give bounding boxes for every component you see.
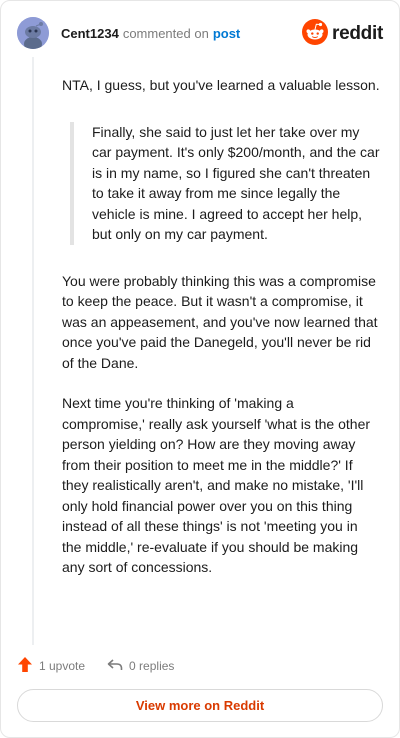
comment-meta: Cent1234 commented on post [61, 26, 240, 42]
comment-body: NTA, I guess, but you've learned a valua… [62, 75, 380, 598]
snoo-avatar-icon[interactable] [17, 17, 49, 49]
comment-paragraph: NTA, I guess, but you've learned a valua… [62, 77, 380, 93]
action-text: commented on [122, 26, 209, 41]
upvote-count: 1 upvote [39, 659, 86, 673]
username-link[interactable]: Cent1234 [61, 26, 119, 41]
view-more-button[interactable]: View more on Reddit [17, 689, 383, 722]
upvote-arrow-icon [17, 656, 39, 676]
comment-paragraph: Next time you're thinking of 'making a c… [62, 395, 371, 575]
reddit-logo-icon [302, 18, 329, 50]
comment-paragraph: You were probably thinking this was a co… [62, 272, 378, 371]
upvote-control[interactable]: 1 upvote [17, 656, 85, 676]
reply-count: 0 replies [129, 659, 175, 673]
comment-footer: 1 upvote 0 replies [17, 655, 196, 677]
embedded-comment-card: Cent1234 commented on post reddit NTA, I… [0, 0, 400, 738]
reply-arrow-icon [107, 658, 129, 675]
thread-line [32, 57, 34, 645]
brand-name: reddit [332, 23, 383, 44]
reddit-brand[interactable]: reddit [302, 18, 383, 50]
post-link[interactable]: post [213, 26, 240, 41]
comment-header: Cent1234 commented on post reddit [17, 17, 383, 51]
reply-control[interactable]: 0 replies [107, 658, 174, 675]
blockquote: Finally, she said to just let her take o… [70, 121, 380, 245]
